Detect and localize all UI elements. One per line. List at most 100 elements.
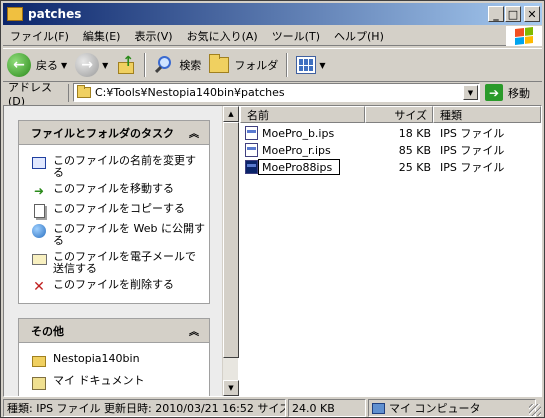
folder-icon bbox=[32, 355, 46, 367]
file-row-selected[interactable]: MoePro88ips 25 KB IPS ファイル bbox=[240, 159, 541, 175]
back-dropdown-icon[interactable]: ▼ bbox=[61, 61, 67, 70]
search-icon bbox=[154, 55, 174, 75]
task-label: このファイルの名前を変更する bbox=[53, 154, 196, 179]
folders-icon bbox=[209, 54, 230, 73]
task-label: このファイルを電子メールで送信する bbox=[53, 250, 196, 275]
task-label: このファイルを移動する bbox=[53, 182, 174, 195]
status-location: マイ コンピュータ bbox=[368, 399, 536, 417]
file-name: MoePro_r.ips bbox=[262, 143, 331, 157]
menu-edit[interactable]: 編集(E) bbox=[76, 28, 128, 44]
copy-icon bbox=[33, 204, 45, 218]
file-list: 名前 サイズ 種類 MoePro_b.ips 18 KB IPS ファイル Mo… bbox=[240, 106, 541, 396]
back-button[interactable]: ← 戻る ▼ bbox=[3, 51, 71, 79]
go-button[interactable]: ➔ 移動 bbox=[485, 83, 530, 102]
views-button[interactable]: ▼ bbox=[292, 51, 329, 79]
column-header-size[interactable]: サイズ bbox=[365, 106, 433, 123]
toolbar: ← 戻る ▼ → ▼ ↑ 検索 フォルダ ▼ bbox=[3, 48, 542, 82]
task-email[interactable]: このファイルを電子メールで送信する bbox=[19, 251, 209, 275]
address-input[interactable]: C:¥Tools¥Nestopia140bin¥patches ▼ bbox=[73, 83, 480, 102]
forward-button[interactable]: → ▼ bbox=[71, 51, 112, 79]
explorer-window: patches _ □ ✕ ファイル(F) 編集(E) 表示(V) お気に入り(… bbox=[0, 0, 545, 418]
file-tasks-header[interactable]: ファイルとフォルダのタスク ︽ bbox=[19, 121, 209, 145]
scroll-down-button[interactable]: ▼ bbox=[223, 380, 239, 396]
place-label: マイ ドキュメント bbox=[53, 374, 145, 387]
address-dropdown-button[interactable]: ▼ bbox=[463, 85, 478, 100]
task-rename[interactable]: このファイルの名前を変更する bbox=[19, 155, 209, 179]
menu-help[interactable]: ヘルプ(H) bbox=[327, 28, 391, 44]
views-dropdown-icon[interactable]: ▼ bbox=[319, 61, 325, 70]
rename-input[interactable]: MoePro88ips bbox=[258, 159, 340, 175]
delete-icon: ✕ bbox=[33, 279, 45, 295]
task-pane-scrollbar[interactable]: ▲ ▼ bbox=[222, 106, 239, 396]
task-copy[interactable]: このファイルをコピーする bbox=[19, 203, 209, 219]
forward-dropdown-icon[interactable]: ▼ bbox=[102, 61, 108, 70]
menu-bar: ファイル(F) 編集(E) 表示(V) お気に入り(A) ツール(T) ヘルプ(… bbox=[3, 26, 542, 46]
my-computer-icon bbox=[372, 402, 385, 414]
file-name: MoePro_b.ips bbox=[262, 126, 335, 140]
ips-file-icon bbox=[245, 160, 258, 174]
close-button[interactable]: ✕ bbox=[524, 6, 540, 22]
collapse-icon[interactable]: ︽ bbox=[187, 324, 201, 338]
menu-view[interactable]: 表示(V) bbox=[127, 28, 179, 44]
go-label: 移動 bbox=[508, 86, 530, 100]
other-places-header[interactable]: その他 ︽ bbox=[19, 319, 209, 343]
menu-file[interactable]: ファイル(F) bbox=[3, 28, 76, 44]
task-label: このファイルをコピーする bbox=[53, 202, 185, 215]
close-icon: ✕ bbox=[527, 7, 537, 21]
task-label: このファイルを Web に公開する bbox=[53, 222, 205, 247]
rename-value: MoePro88ips bbox=[262, 160, 333, 174]
main-content: ファイルとフォルダのタスク ︽ このファイルの名前を変更する ➜ このファイルを… bbox=[3, 105, 542, 397]
menu-tools[interactable]: ツール(T) bbox=[265, 28, 327, 44]
views-icon bbox=[296, 56, 317, 74]
other-places-panel: その他 ︽ Nestopia140bin マイ ドキュメント bbox=[18, 318, 210, 396]
collapse-icon[interactable]: ︽ bbox=[187, 126, 201, 140]
rename-icon bbox=[32, 157, 46, 169]
title-bar[interactable]: patches _ □ ✕ bbox=[3, 3, 542, 25]
forward-arrow-icon: → bbox=[75, 53, 100, 77]
scroll-thumb[interactable] bbox=[223, 122, 239, 358]
column-size-label: サイズ bbox=[394, 108, 427, 122]
file-size: 25 KB bbox=[398, 160, 431, 174]
toolbar-separator bbox=[144, 53, 147, 77]
folder-icon bbox=[77, 85, 91, 98]
column-header-name[interactable]: 名前 bbox=[240, 106, 365, 123]
task-delete[interactable]: ✕ このファイルを削除する bbox=[19, 278, 209, 296]
column-type-label: 種類 bbox=[440, 108, 462, 122]
scroll-up-button[interactable]: ▲ bbox=[223, 106, 239, 122]
status-size: 24.0 KB bbox=[288, 399, 366, 417]
file-type: IPS ファイル bbox=[440, 161, 505, 174]
minimize-button[interactable]: _ bbox=[488, 6, 504, 22]
menu-favorites[interactable]: お気に入り(A) bbox=[180, 28, 265, 44]
folder-icon bbox=[7, 7, 23, 21]
file-type: IPS ファイル bbox=[440, 127, 505, 140]
move-icon: ➜ bbox=[33, 184, 45, 198]
search-label: 検索 bbox=[179, 59, 202, 72]
address-label: アドレス(D) bbox=[3, 81, 69, 108]
task-pane: ファイルとフォルダのタスク ︽ このファイルの名前を変更する ➜ このファイルを… bbox=[4, 106, 222, 396]
place-nestopia-folder[interactable]: Nestopia140bin bbox=[19, 353, 209, 369]
resize-grip[interactable] bbox=[529, 404, 541, 416]
status-details: 種類: IPS ファイル 更新日時: 2010/03/21 16:52 サイズ:… bbox=[3, 399, 286, 417]
task-move[interactable]: ➜ このファイルを移動する bbox=[19, 183, 209, 199]
place-my-documents[interactable]: マイ ドキュメント bbox=[19, 375, 209, 391]
file-size: 85 KB bbox=[398, 143, 431, 157]
file-type: IPS ファイル bbox=[440, 144, 505, 157]
up-folder-button[interactable]: ↑ bbox=[112, 51, 140, 79]
file-row[interactable]: MoePro_r.ips 85 KB IPS ファイル bbox=[240, 142, 541, 158]
minimize-icon: _ bbox=[493, 7, 499, 21]
toolbar-separator bbox=[286, 53, 289, 77]
maximize-button[interactable]: □ bbox=[505, 6, 521, 22]
task-web-publish[interactable]: このファイルを Web に公開する bbox=[19, 223, 209, 247]
back-arrow-icon: ← bbox=[7, 53, 31, 77]
file-row[interactable]: MoePro_b.ips 18 KB IPS ファイル bbox=[240, 125, 541, 141]
go-arrow-icon: ➔ bbox=[485, 84, 503, 101]
search-button[interactable]: 検索 bbox=[150, 51, 205, 79]
up-folder-icon: ↑ bbox=[116, 54, 136, 76]
file-tasks-panel: ファイルとフォルダのタスク ︽ このファイルの名前を変更する ➜ このファイルを… bbox=[18, 120, 210, 304]
task-label: このファイルを削除する bbox=[53, 278, 174, 291]
column-header-type[interactable]: 種類 bbox=[433, 106, 541, 123]
folders-button[interactable]: フォルダ bbox=[205, 51, 282, 79]
file-size: 18 KB bbox=[398, 126, 431, 140]
file-tasks-title: ファイルとフォルダのタスク bbox=[31, 126, 174, 140]
windows-logo-icon bbox=[506, 26, 542, 46]
